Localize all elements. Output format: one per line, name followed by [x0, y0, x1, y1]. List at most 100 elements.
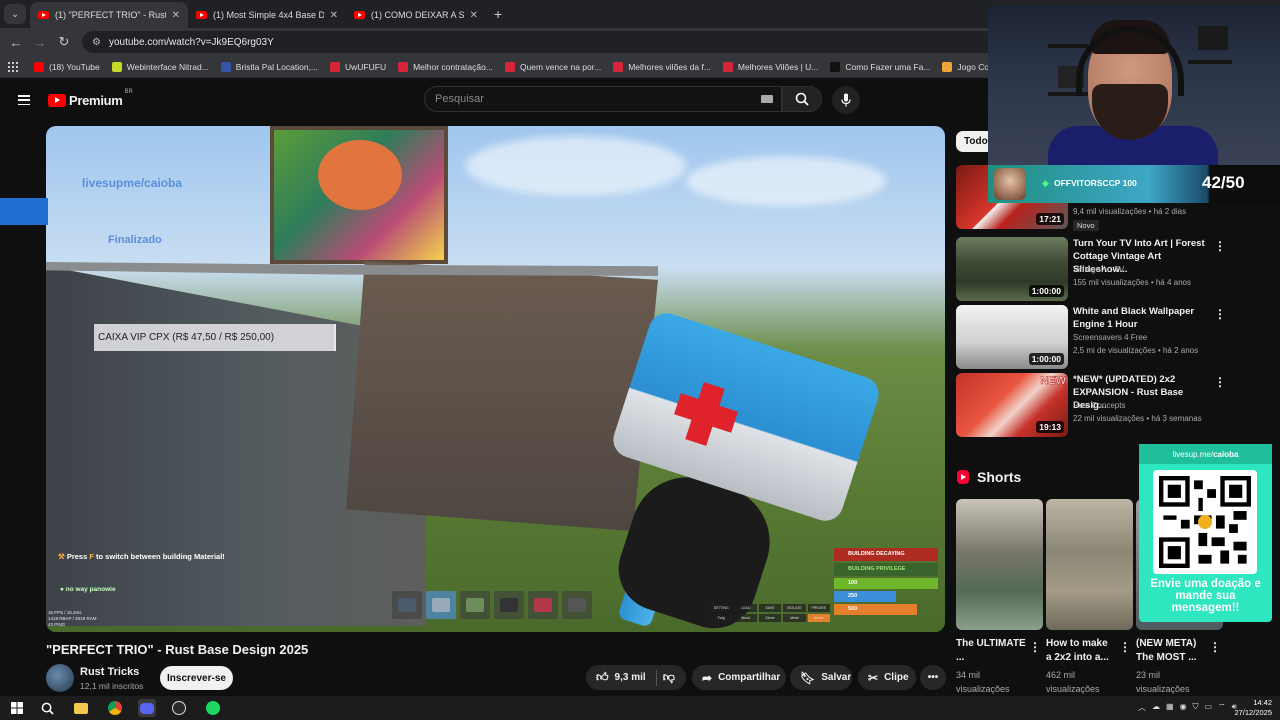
video-duration: 19:13 — [1036, 421, 1064, 433]
bookmark-item[interactable]: UwUFUFU — [330, 61, 386, 72]
search-icon[interactable] — [38, 699, 56, 717]
subscribe-button[interactable]: Inscrever-se — [160, 666, 233, 690]
system-tray[interactable]: ︿ ☁ ▦ ◉ ⛉ ▭ ⌔ 🔊︎ — [1138, 702, 1237, 713]
more-options-icon[interactable]: ⋮ — [1029, 640, 1041, 654]
youtube-play-icon — [48, 93, 66, 107]
search-input[interactable]: Pesquisar — [424, 86, 782, 112]
video-meta: 2,5 mi de visualizações • há 2 anos — [1073, 346, 1199, 355]
bookmark-item[interactable]: Melhores Vilões | U... — [722, 61, 818, 72]
file-explorer-icon[interactable] — [72, 699, 90, 717]
close-tab-icon[interactable]: ✕ — [172, 10, 180, 21]
short-title[interactable]: (NEW META) The MOST ... — [1136, 637, 1206, 665]
close-tab-icon[interactable]: ✕ — [470, 10, 478, 21]
apps-grid-icon[interactable] — [8, 61, 18, 72]
like-count[interactable]: 9,3 mil — [615, 672, 646, 683]
subscriber-avatar — [994, 168, 1026, 200]
chrome-icon[interactable] — [106, 699, 124, 717]
start-icon[interactable] — [8, 699, 26, 717]
reload-icon[interactable]: ↻ — [52, 34, 76, 50]
hotbar-slot — [426, 591, 456, 619]
bookmark-item[interactable]: Quem vence na por... — [504, 61, 601, 72]
clip-button[interactable]: ✂ Clipe — [858, 665, 916, 690]
channel-name[interactable]: Screensavers 4 Free — [1073, 333, 1147, 342]
obs-icon[interactable] — [170, 699, 188, 717]
more-options-icon[interactable]: ⋮ — [1214, 239, 1226, 253]
discord-icon[interactable] — [138, 699, 156, 717]
forward-icon[interactable]: → — [28, 35, 52, 50]
browser-tab-2[interactable]: (1) Most Simple 4x4 Base Design ✕ — [188, 2, 346, 28]
save-button[interactable]: 🔖︎ Salvar — [790, 665, 852, 690]
hotbar-slot — [528, 591, 558, 619]
video-thumbnail[interactable]: 1:00:00 — [956, 237, 1068, 301]
channel-avatar[interactable] — [46, 664, 74, 692]
tab-search-button[interactable]: ⌄ — [4, 4, 26, 24]
short-title[interactable]: How to make a 2x2 into a... — [1046, 637, 1116, 665]
bookmark-item[interactable]: Melhor contratação... — [398, 61, 493, 72]
dislike-icon[interactable]: 👎︎ — [663, 670, 675, 685]
browser-tab-3[interactable]: (1) COMO DEIXAR A SUA CASA ✕ — [346, 2, 486, 28]
build-menu-item: SETTING — [710, 604, 733, 612]
share-button[interactable]: ➦ Compartilhar — [692, 665, 786, 690]
site-info-icon[interactable]: ⚙ — [92, 37, 101, 48]
bookmark-label: Melhores vilões da f... — [628, 61, 711, 72]
video-player[interactable]: livesupme/caioba CAIXA VIP CPX (R$ 47,50… — [46, 126, 945, 632]
bookmark-item[interactable]: Webinterface Nitrad... — [111, 61, 209, 72]
region-code: BR — [124, 88, 133, 95]
video-thumbnail[interactable]: NEW 19:13 — [956, 373, 1068, 437]
voice-search-button[interactable] — [832, 86, 860, 114]
video-thumbnail[interactable]: 1:00:00 — [956, 305, 1068, 369]
clip-label: Clipe — [884, 672, 909, 683]
bookmark-item[interactable]: Bristla Pal Location,... — [220, 61, 318, 72]
browser-tab-1[interactable]: (1) "PERFECT TRIO" - Rust Base ✕ — [30, 2, 188, 28]
game-wall-rim — [46, 262, 658, 276]
recommended-video[interactable]: 1:00:00 White and Black Wallpaper Engine … — [956, 305, 1236, 369]
video-title: "PERFECT TRIO" - Rust Base Design 2025 — [46, 642, 309, 657]
short-thumbnail[interactable] — [1046, 499, 1133, 630]
close-tab-icon[interactable]: ✕ — [330, 10, 338, 21]
channel-name[interactable]: Vintage Art TV — [1073, 265, 1124, 274]
like-icon[interactable]: 👍︎ — [596, 670, 609, 685]
bookmark-item[interactable]: (18) YouTube — [34, 61, 100, 72]
build-menu-item: PRIVATE — [807, 604, 830, 612]
build-menu-item: Twig — [710, 614, 733, 622]
keyboard-icon[interactable] — [761, 95, 773, 103]
fps-readout: 16 FPS / 16.2ms 1419 RBAP / 2019 RAM 43 … — [48, 610, 97, 627]
vip-goal-bar: CAIXA VIP CPX (R$ 47,50 / R$ 250,00) — [94, 324, 336, 351]
url-field[interactable]: ⚙ youtube.com/watch?v=Jk9EQ6rg03Y — [82, 31, 1042, 53]
build-menu-item: SAVE — [758, 604, 782, 612]
more-options-icon[interactable]: ⋮ — [1214, 307, 1226, 321]
back-icon[interactable]: ← — [4, 35, 28, 50]
donation-url: livesup.me/caioba — [1139, 444, 1272, 464]
recommended-video[interactable]: NEW 19:13 *NEW* (UPDATED) 2x2 EXPANSION - … — [956, 373, 1236, 437]
video-title[interactable]: White and Black Wallpaper Engine 1 Hour — [1073, 305, 1213, 331]
webcam-overlay — [988, 6, 1280, 166]
recommended-video[interactable]: 1:00:00 Turn Your TV Into Art | Forest Co… — [956, 237, 1236, 301]
more-options-icon[interactable]: ⋮ — [1214, 375, 1226, 389]
more-options-icon[interactable]: ⋮ — [1119, 640, 1131, 654]
youtube-favicon-icon — [38, 11, 49, 19]
more-options-icon[interactable]: ⋮ — [1209, 640, 1221, 654]
build-menu: SETTING LOAD SAVE ISOLATE PRIVATE Twig Wood Sto… — [710, 604, 830, 622]
short-title[interactable]: The ULTIMATE ... — [956, 637, 1026, 665]
shield-icon: ⛉ — [1192, 702, 1199, 711]
short-views: 23 mil visualizações — [1136, 670, 1190, 694]
bookmark-label: (18) YouTube — [49, 61, 100, 72]
menu-icon[interactable] — [18, 95, 30, 105]
more-icon: ••• — [927, 672, 939, 683]
spotify-icon[interactable] — [204, 699, 222, 717]
bookmark-favicon-icon — [220, 61, 231, 72]
youtube-favicon-icon — [196, 11, 207, 19]
bookmark-item[interactable]: Melhores vilões da f... — [613, 61, 711, 72]
search-button[interactable] — [782, 86, 822, 112]
short-thumbnail[interactable] — [956, 499, 1043, 630]
bookmark-item[interactable]: Como Fazer uma Fa... — [830, 61, 930, 72]
like-dislike-group: 👍︎ 9,3 mil 👎︎ — [586, 665, 686, 690]
new-tab-icon[interactable]: + — [494, 6, 502, 22]
system-clock[interactable]: 14:42 27/12/2025 — [1228, 698, 1272, 718]
channel-name[interactable]: Rust Tricks — [80, 666, 139, 678]
more-actions-button[interactable]: ••• — [920, 665, 946, 690]
channel-name[interactable]: Rust Concepts — [1073, 401, 1125, 410]
short-views: 462 mil visualizações — [1046, 670, 1100, 694]
privilege-status: BUILDING PRIVILEGE — [834, 563, 938, 576]
youtube-logo[interactable]: Premium BR — [48, 89, 133, 108]
